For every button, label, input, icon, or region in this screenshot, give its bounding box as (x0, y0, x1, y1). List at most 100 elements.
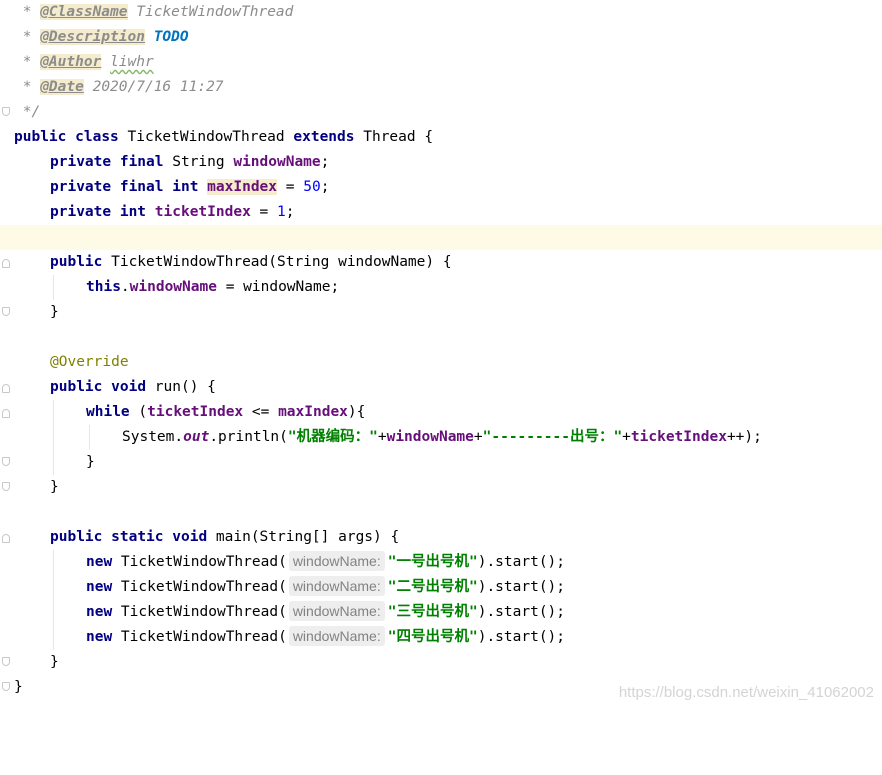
code-line[interactable]: } (0, 475, 882, 500)
punctuation: ; (320, 154, 330, 170)
operator: + (473, 429, 483, 445)
fold-start-icon[interactable] (2, 534, 10, 543)
string-literal: "二号出号机" (387, 579, 478, 595)
code-line[interactable]: System.out.println("机器编码："+windowName+"-… (0, 425, 882, 450)
method-signature: main(String[] args) { (207, 529, 400, 545)
code-line[interactable]: public TicketWindowThread(String windowN… (0, 250, 882, 275)
punctuation: } (50, 654, 59, 670)
constructor-signature: TicketWindowThread(String windowName) { (102, 254, 452, 270)
javadoc-tag: @Author (40, 54, 102, 70)
fold-start-icon[interactable] (2, 259, 10, 268)
code-line[interactable]: } (0, 300, 882, 325)
comment-star: * (14, 79, 41, 95)
method-call: ).start(); (477, 629, 566, 645)
line-content: } (14, 675, 23, 700)
line-content: } (86, 450, 95, 475)
fold-end-icon[interactable] (2, 307, 10, 316)
line-content: * @Author liwhr (14, 50, 154, 75)
todo-marker: TODO (153, 29, 189, 45)
code-line[interactable]: public void run() { (0, 375, 882, 400)
keyword: public (50, 254, 103, 270)
code-line[interactable] (0, 500, 882, 525)
line-content: public class TicketWindowThread extends … (14, 125, 433, 150)
code-line[interactable] (0, 325, 882, 350)
indent-guide (53, 575, 54, 600)
code-line[interactable]: new TicketWindowThread(windowName: "二号出号机… (0, 575, 882, 600)
keyword: private (50, 154, 112, 170)
number-literal: 1 (277, 204, 286, 220)
parameter-hint: windowName: (288, 626, 385, 646)
punctuation: } (86, 454, 95, 470)
code-line[interactable]: new TicketWindowThread(windowName: "一号出号机… (0, 550, 882, 575)
indent-guide (89, 425, 90, 450)
punctuation: ; (285, 204, 295, 220)
punctuation: ( (129, 404, 148, 420)
code-line[interactable]: * @ClassName TicketWindowThread (0, 0, 882, 25)
fold-end-icon[interactable] (2, 457, 10, 466)
fold-end-icon[interactable] (2, 682, 10, 691)
operator: + (622, 429, 631, 445)
method-call: ).start(); (477, 554, 566, 570)
indent-guide (53, 400, 54, 425)
code-line[interactable]: * @Description TODO (0, 25, 882, 50)
method-call: ).start(); (477, 579, 566, 595)
keyword: int (119, 204, 147, 220)
keyword: public (50, 379, 103, 395)
code-line[interactable]: public static void main(String[] args) { (0, 525, 882, 550)
code-line[interactable]: new TicketWindowThread(windowName: "四号出号机… (0, 625, 882, 650)
keyword: final (119, 179, 164, 195)
keyword: static (111, 529, 164, 545)
code-editor[interactable]: * @ClassName TicketWindowThread * @Descr… (0, 0, 882, 713)
comment-star: * (14, 54, 41, 70)
keyword: final (119, 154, 164, 170)
operator: = (277, 179, 304, 195)
line-content: * @ClassName TicketWindowThread (14, 0, 293, 25)
code-line[interactable]: new TicketWindowThread(windowName: "三号出号机… (0, 600, 882, 625)
fold-end-icon[interactable] (2, 482, 10, 491)
code-line[interactable]: private int ticketIndex = 1; (0, 200, 882, 225)
line-content: new TicketWindowThread(windowName: "四号出号机… (86, 625, 565, 650)
keyword: int (172, 179, 199, 195)
line-content: */ (14, 100, 40, 125)
line-content: new TicketWindowThread(windowName: "三号出号机… (86, 600, 565, 625)
code-line[interactable]: @Override (0, 350, 882, 375)
parameter-hint: windowName: (288, 576, 385, 596)
fold-end-icon[interactable] (2, 107, 10, 116)
keyword: void (111, 379, 147, 395)
line-content: public void run() { (50, 375, 216, 400)
code-line[interactable]: private final String windowName; (0, 150, 882, 175)
code-line-current[interactable] (0, 225, 882, 250)
class-name: TicketWindowThread (118, 129, 294, 145)
code-line[interactable]: */ (0, 100, 882, 125)
keyword: new (86, 554, 113, 570)
fold-start-icon[interactable] (2, 384, 10, 393)
comment-star: * (14, 29, 41, 45)
code-line[interactable]: this.windowName = windowName; (0, 275, 882, 300)
line-content: @Override (50, 350, 129, 375)
code-line[interactable]: } (0, 650, 882, 675)
comment-end: */ (14, 104, 41, 120)
code-line[interactable]: public class TicketWindowThread extends … (0, 125, 882, 150)
punctuation: } (50, 479, 59, 495)
punctuation: ++); (726, 429, 762, 445)
keyword: private (50, 179, 112, 195)
code-line[interactable]: } (0, 450, 882, 475)
code-line[interactable]: private final int maxIndex = 50; (0, 175, 882, 200)
keyword: extends (293, 129, 355, 145)
watermark: https://blog.csdn.net/weixin_41062002 (618, 684, 874, 701)
parameter-hint: windowName: (288, 601, 385, 621)
fold-start-icon[interactable] (2, 409, 10, 418)
fold-end-icon[interactable] (2, 657, 10, 666)
line-content: public static void main(String[] args) { (50, 525, 399, 550)
line-content: private int ticketIndex = 1; (50, 200, 294, 225)
line-content: new TicketWindowThread(windowName: "一号出号机… (86, 550, 565, 575)
code-line[interactable]: * @Author liwhr (0, 50, 882, 75)
code-line[interactable]: while (ticketIndex <= maxIndex){ (0, 400, 882, 425)
indent-guide (53, 550, 54, 575)
field-name: ticketIndex (630, 429, 727, 445)
line-content: * @Description TODO (14, 25, 189, 50)
keyword: public (50, 529, 103, 545)
string-literal: "三号出号机" (387, 604, 478, 620)
keyword: new (86, 629, 113, 645)
code-line[interactable]: * @Date 2020/7/16 11:27 (0, 75, 882, 100)
